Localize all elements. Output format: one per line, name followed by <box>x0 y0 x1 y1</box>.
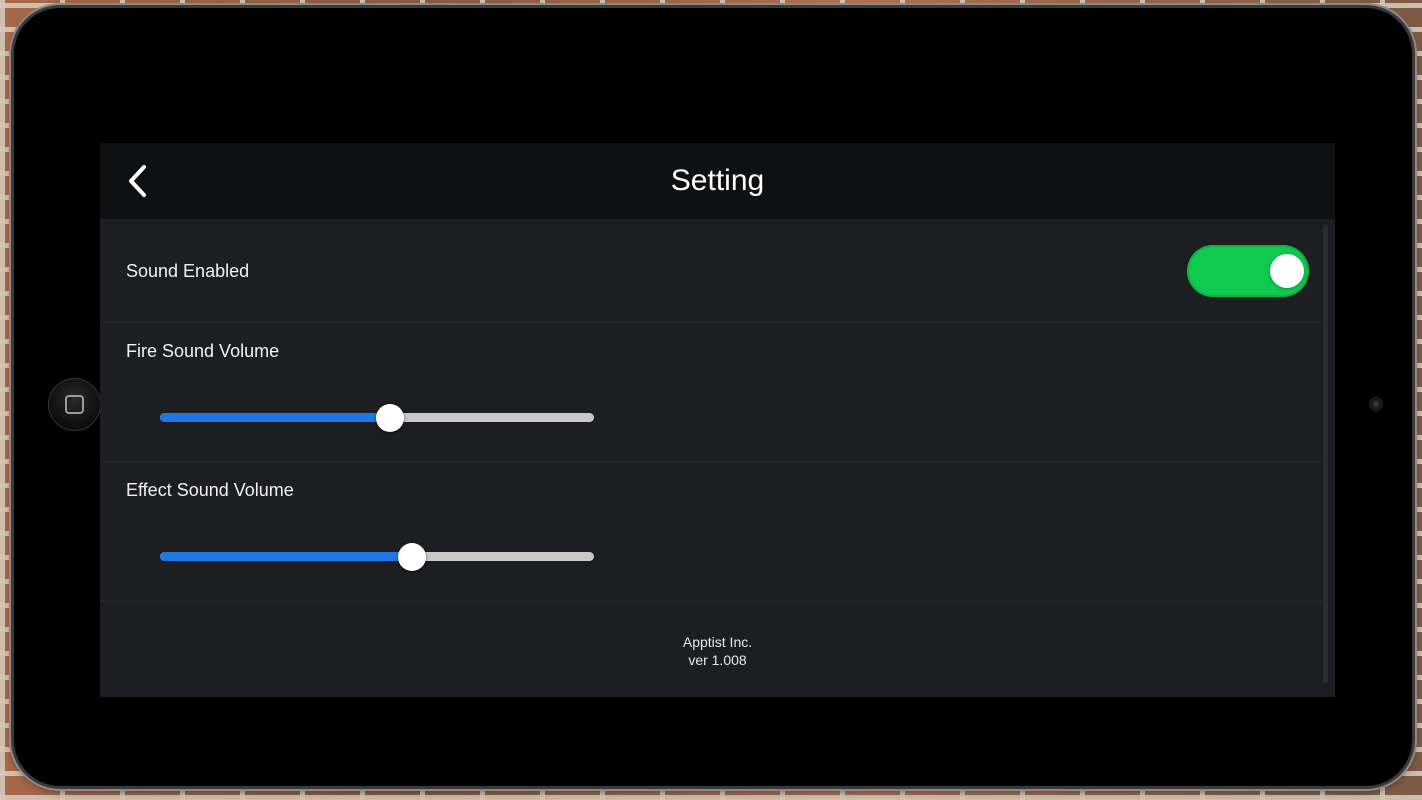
settings-screen: Setting Sound Enabled Fire Sound Volume … <box>100 143 1335 697</box>
slider-thumb[interactable] <box>398 543 426 571</box>
fire-volume-label: Fire Sound Volume <box>126 341 280 361</box>
camera-icon <box>1370 398 1382 410</box>
chevron-left-icon <box>129 165 146 197</box>
slider-thumb[interactable] <box>376 404 404 432</box>
fire-volume-row: Fire Sound Volume <box>100 323 1322 462</box>
back-button[interactable] <box>120 163 156 199</box>
slider-fill <box>160 413 390 422</box>
page-title: Setting <box>670 164 765 197</box>
sound-enabled-toggle[interactable] <box>1187 245 1309 297</box>
app-header: Setting <box>100 143 1335 219</box>
app-footer: Apptist Inc. ver 1.008 <box>100 633 1335 669</box>
company-name: Apptist Inc. <box>682 634 753 650</box>
effect-volume-row: Effect Sound Volume <box>100 462 1322 601</box>
home-square-icon <box>65 395 84 414</box>
home-button[interactable] <box>48 378 101 431</box>
slider-fill <box>160 552 412 561</box>
sound-enabled-row: Sound Enabled <box>100 219 1322 323</box>
effect-volume-slider[interactable] <box>160 542 594 572</box>
toggle-knob <box>1270 254 1304 288</box>
fire-volume-slider[interactable] <box>160 403 594 433</box>
app-version: ver 1.008 <box>688 652 747 668</box>
scrollbar[interactable] <box>1323 225 1328 683</box>
sound-enabled-label: Sound Enabled <box>126 261 250 281</box>
effect-volume-label: Effect Sound Volume <box>126 480 294 500</box>
